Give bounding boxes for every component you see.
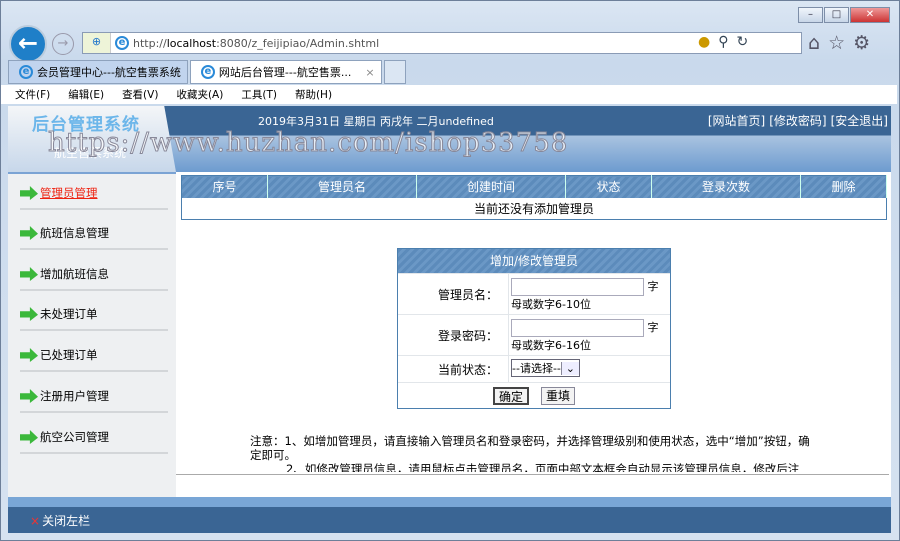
- admin-form: 增加/修改管理员 管理员名： 字母或数字6-10位 登录密码： 字母或数字6-1…: [397, 248, 671, 409]
- header-links: [网站首页] [修改密码] [安全退出]: [708, 112, 888, 129]
- arrow-icon: [20, 267, 38, 281]
- chevron-down-icon: ⌄: [560, 361, 579, 375]
- menu-tools[interactable]: 工具(T): [241, 87, 277, 102]
- refresh-icon[interactable]: ↻: [736, 34, 748, 50]
- status-label: 当前状态：: [398, 356, 509, 382]
- watermark: https://www.huzhan.com/ishop33758: [47, 128, 569, 159]
- menu-bar: 文件(F) 编辑(E) 查看(V) 收藏夹(A) 工具(T) 帮助(H): [1, 85, 897, 104]
- close-icon: ×: [30, 514, 41, 528]
- reset-button[interactable]: 重填: [541, 386, 576, 405]
- password-input[interactable]: [511, 319, 644, 337]
- search-icon[interactable]: ⚲: [718, 34, 728, 50]
- ie-icon: e: [19, 65, 33, 79]
- col-header: 登录次数: [651, 175, 801, 198]
- compat-icon[interactable]: ●: [698, 34, 710, 50]
- sidebar-item-pending-orders[interactable]: 未处理订单: [20, 299, 168, 331]
- col-header: 状态: [565, 175, 652, 198]
- col-header: 删除: [800, 175, 887, 198]
- notes: 注意：1、如增加管理员，请直接输入管理员名和登录密码，并选择管理级别和使用状态，…: [250, 434, 810, 472]
- close-tab-icon[interactable]: ×: [365, 66, 374, 79]
- star-icon[interactable]: ☆: [828, 32, 845, 54]
- home-icon[interactable]: ⌂: [808, 32, 820, 54]
- address-bar[interactable]: ⊕ e http://localhost:8080/z_feijipiao/Ad…: [82, 32, 802, 54]
- status-select[interactable]: --请选择-- ⌄: [511, 359, 580, 377]
- arrow-icon: [20, 226, 38, 240]
- tab-member-center[interactable]: e 会员管理中心---航空售票系统: [8, 60, 188, 84]
- change-password-link[interactable]: [修改密码]: [769, 112, 826, 129]
- menu-favorites[interactable]: 收藏夹(A): [176, 87, 223, 102]
- sidebar-item-users[interactable]: 注册用户管理: [20, 381, 168, 413]
- minimize-button[interactable]: –: [798, 7, 823, 23]
- arrow-icon: [20, 389, 38, 403]
- window-controls: – □ ✕: [798, 7, 890, 23]
- tab-bar: e 会员管理中心---航空售票系统 e 网站后台管理---航空售票... ×: [8, 60, 408, 84]
- browser-toolbar: ⌂ ☆ ⚙: [808, 32, 870, 54]
- logout-link[interactable]: [安全退出]: [831, 112, 888, 129]
- sidebar-item-processed-orders[interactable]: 已处理订单: [20, 340, 168, 372]
- home-link[interactable]: [网站首页]: [708, 112, 765, 129]
- shield-icon[interactable]: ⊕: [83, 33, 111, 53]
- name-label: 管理员名：: [398, 274, 509, 314]
- col-header: 创建时间: [416, 175, 566, 198]
- sidebar-item-airlines[interactable]: 航空公司管理: [20, 422, 168, 454]
- menu-help[interactable]: 帮助(H): [295, 87, 332, 102]
- close-sidebar-button[interactable]: × 关闭左栏: [30, 512, 90, 529]
- tab-admin[interactable]: e 网站后台管理---航空售票... ×: [189, 60, 382, 84]
- sidebar-item-add-flight[interactable]: 增加航班信息: [20, 259, 168, 291]
- sidebar-item-flights[interactable]: 航班信息管理: [20, 218, 168, 250]
- maximize-button[interactable]: □: [824, 7, 849, 23]
- ie-icon: e: [115, 36, 129, 50]
- arrow-icon: [20, 307, 38, 321]
- empty-message: 当前还没有添加管理员: [473, 201, 594, 216]
- menu-edit[interactable]: 编辑(E): [68, 87, 104, 102]
- arrow-icon: [20, 348, 38, 362]
- close-window-button[interactable]: ✕: [850, 7, 890, 23]
- col-header: 序号: [181, 175, 268, 198]
- col-header: 管理员名: [267, 175, 417, 198]
- password-label: 登录密码：: [398, 315, 509, 355]
- sidebar: 管理员管理 航班信息管理 增加航班信息 未处理订单 已处理订单 注册用户管理 航…: [8, 172, 176, 497]
- arrow-icon: [20, 430, 38, 444]
- sidebar-item-admin[interactable]: 管理员管理: [20, 178, 168, 210]
- forward-button[interactable]: →: [52, 33, 74, 55]
- date-text: 2019年3月31日 星期日 丙戌年 二月undefined: [258, 115, 494, 128]
- footer-bar: × 关闭左栏: [8, 497, 891, 533]
- new-tab-button[interactable]: [383, 60, 406, 84]
- main-content: 序号 管理员名 创建时间 状态 登录次数 删除 当前还没有添加管理员 增加/修改…: [176, 172, 891, 497]
- confirm-button[interactable]: 确定: [492, 386, 529, 405]
- address-tools: ● ⚲ ↻: [698, 34, 748, 50]
- back-button[interactable]: ←: [9, 25, 47, 63]
- menu-file[interactable]: 文件(F): [15, 87, 50, 102]
- form-title: 增加/修改管理员: [398, 249, 670, 273]
- divider: [176, 474, 889, 475]
- admin-table: 序号 管理员名 创建时间 状态 登录次数 删除 当前还没有添加管理员: [181, 175, 887, 220]
- ie-icon: e: [200, 65, 215, 79]
- gear-icon[interactable]: ⚙: [853, 32, 870, 54]
- menu-view[interactable]: 查看(V): [122, 87, 158, 102]
- admin-name-input[interactable]: [511, 278, 644, 296]
- arrow-icon: [20, 186, 38, 200]
